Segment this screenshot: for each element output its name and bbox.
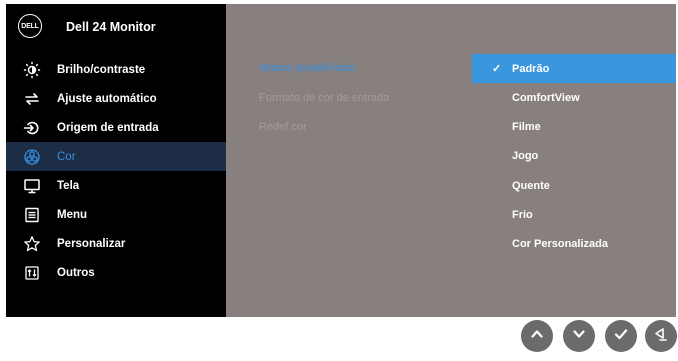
menu-item-tela[interactable]: Tela [6,171,226,200]
option-padrao[interactable]: ✓ Padrão [472,54,676,83]
menu-item-label: Brilho/contraste [57,63,146,76]
check-mark-icon: ✓ [492,63,502,75]
submenu-item-formato-de-cor[interactable]: Formato de cor de entrada [259,92,389,104]
down-button[interactable] [563,320,595,352]
back-icon [653,326,669,347]
input-source-icon [22,118,42,138]
option-label: Frio [512,208,533,221]
star-icon [22,234,42,254]
monitor-osd: DELL Dell 24 Monitor Brilho/contraste Aj… [6,4,676,317]
up-arrow-icon [529,326,545,347]
options-panel: ✓ Padrão ComfortView Filme Jogo Quente F… [472,4,676,317]
dell-logo: DELL [18,14,42,38]
menu-item-ajuste-automatico[interactable]: Ajuste automático [6,84,226,113]
display-icon [22,176,42,196]
option-cor-personalizada[interactable]: Cor Personalizada [472,229,676,258]
menu-item-label: Personalizar [57,237,126,250]
menu-icon [22,205,42,225]
up-button[interactable] [521,320,553,352]
option-label: Padrão [512,62,550,75]
submenu-item-modos-predefinidos[interactable]: Modos predefinidos [259,62,355,74]
option-jogo[interactable]: Jogo [472,141,676,170]
option-comfortview[interactable]: ComfortView [472,83,676,112]
option-frio[interactable]: Frio [472,200,676,229]
menu-item-menu[interactable]: Menu [6,200,226,229]
menu-item-brilho-contraste[interactable]: Brilho/contraste [6,55,226,84]
auto-adjust-icon [22,89,42,109]
menu-item-origem-de-entrada[interactable]: Origem de entrada [6,113,226,142]
check-icon [613,326,629,347]
osd-header: DELL Dell 24 Monitor [6,4,226,50]
confirm-button[interactable] [605,320,637,352]
menu-item-outros[interactable]: Outros [6,258,226,287]
submenu-item-redef-cor[interactable]: Redef cor [259,121,307,133]
menu-item-label: Tela [57,179,80,192]
menu-item-label: Outros [57,266,95,279]
option-label: Quente [512,179,550,192]
submenu-panel: Modos predefinidos Formato de cor de ent… [226,4,472,317]
menu-item-label: Cor [57,150,76,163]
menu-item-cor[interactable]: Cor [6,142,226,171]
option-label: ComfortView [512,91,580,104]
option-label: Cor Personalizada [512,237,608,250]
main-menu-panel: DELL Dell 24 Monitor Brilho/contraste Aj… [6,4,226,317]
option-label: Jogo [512,149,539,162]
menu-item-label: Ajuste automático [57,92,157,105]
option-filme[interactable]: Filme [472,112,676,141]
back-button[interactable] [645,320,677,352]
color-icon [22,147,42,167]
monitor-title: Dell 24 Monitor [66,20,156,34]
menu-item-label: Menu [57,208,88,221]
brightness-icon [22,60,42,80]
down-arrow-icon [571,326,587,347]
option-quente[interactable]: Quente [472,171,676,200]
option-label: Filme [512,120,541,133]
others-icon [22,263,42,283]
menu-item-personalizar[interactable]: Personalizar [6,229,226,258]
menu-item-label: Origem de entrada [57,121,159,134]
